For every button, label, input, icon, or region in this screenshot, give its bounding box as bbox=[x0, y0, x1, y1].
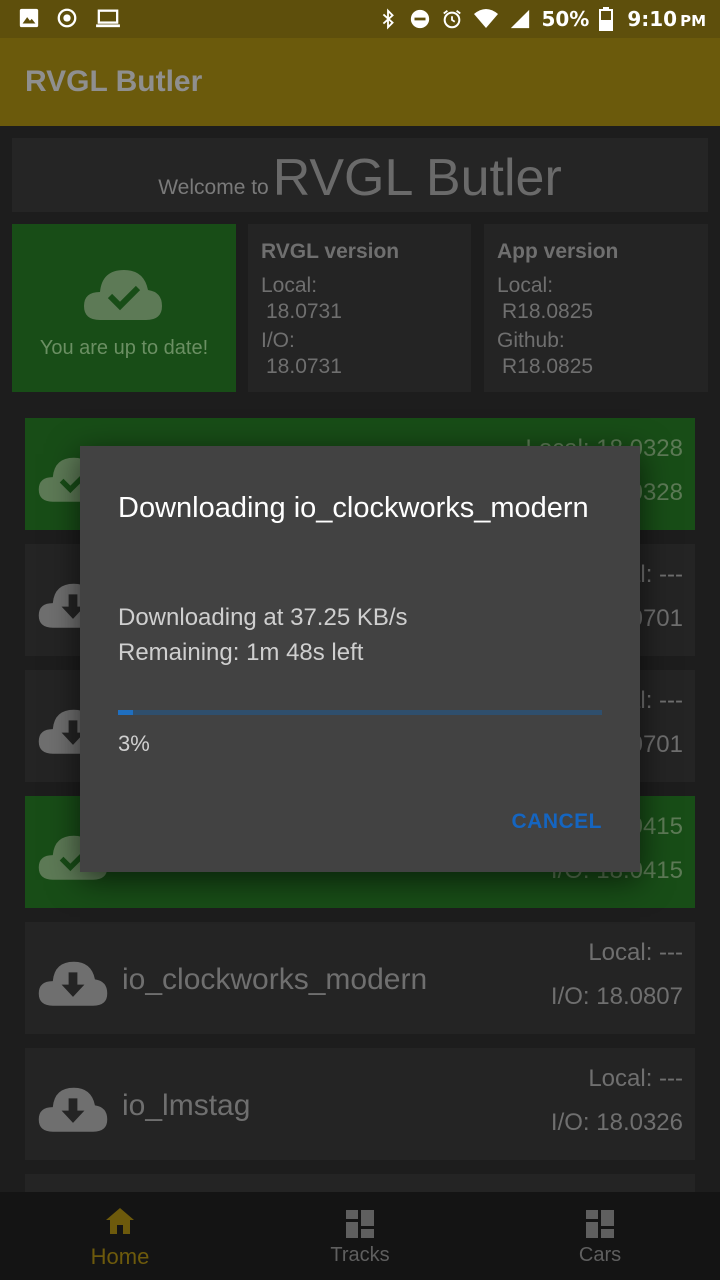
package-item[interactable]: io_lmstag Local: --- I/O: 18.0326 bbox=[25, 1048, 695, 1160]
nav-tracks-label: Tracks bbox=[330, 1244, 390, 1266]
clock-ampm: PM bbox=[680, 12, 706, 30]
grid-icon bbox=[586, 1210, 614, 1238]
app-local-value: R18.0825 bbox=[502, 300, 594, 323]
app-version-title: App version bbox=[497, 240, 619, 263]
download-speed: Downloading at 37.25 KB/s bbox=[118, 604, 408, 631]
do-not-disturb-icon bbox=[411, 9, 430, 29]
nav-cars[interactable]: Cars bbox=[480, 1192, 720, 1280]
package-name: io_lmstag bbox=[122, 1089, 251, 1122]
package-item[interactable]: io_clockworks_modern Local: --- I/O: 18.… bbox=[25, 922, 695, 1034]
cancel-button[interactable]: CANCEL bbox=[512, 810, 603, 834]
grid-icon bbox=[346, 1210, 374, 1238]
image-icon bbox=[19, 8, 39, 28]
update-status-text: You are up to date! bbox=[39, 337, 209, 359]
nav-home-label: Home bbox=[90, 1244, 150, 1269]
status-bar: 50% 9:10 PM bbox=[0, 0, 720, 38]
rvgl-local-label: Local: bbox=[261, 274, 318, 297]
update-status-card[interactable]: You are up to date! bbox=[12, 224, 236, 392]
cloud-download-icon bbox=[38, 961, 108, 1006]
welcome-prefix: Welcome to bbox=[158, 176, 269, 199]
app-title: RVGL Butler bbox=[25, 65, 203, 98]
bluetooth-icon bbox=[383, 8, 395, 30]
app-bar: RVGL Butler bbox=[0, 38, 720, 126]
app-github-value: R18.0825 bbox=[502, 355, 594, 378]
cloud-check-icon bbox=[84, 270, 162, 320]
clock-time: 9:10 bbox=[627, 7, 678, 31]
progress-fill bbox=[118, 710, 133, 715]
laptop-icon bbox=[96, 9, 120, 28]
welcome-banner: Welcome to RVGL Butler bbox=[12, 138, 708, 212]
package-local-version: Local: --- bbox=[588, 1065, 683, 1092]
nav-home[interactable]: Home bbox=[0, 1192, 240, 1280]
battery-icon bbox=[599, 7, 614, 31]
package-name: io_clockworks_modern bbox=[122, 963, 428, 996]
home-icon bbox=[106, 1208, 134, 1234]
app-local-label: Local: bbox=[497, 274, 554, 297]
battery-percent: 50% bbox=[541, 7, 590, 31]
bottom-navigation: Home Tracks Cars bbox=[0, 1192, 720, 1280]
download-dialog: Downloading io_clockworks_modern Downloa… bbox=[80, 446, 640, 872]
rvgl-io-label: I/O: bbox=[261, 329, 295, 352]
clock: 9:10 PM bbox=[627, 7, 706, 31]
package-io-version: I/O: 18.0807 bbox=[550, 983, 683, 1010]
alarm-icon bbox=[443, 10, 462, 29]
radio-icon bbox=[57, 8, 77, 28]
cloud-download-icon bbox=[38, 1087, 108, 1132]
rvgl-version-title: RVGL version bbox=[261, 240, 400, 263]
app-github-label: Github: bbox=[497, 329, 565, 352]
download-remaining: Remaining: 1m 48s left bbox=[118, 639, 364, 666]
dialog-title: Downloading io_clockworks_modern bbox=[118, 492, 589, 524]
rvgl-local-value: 18.0731 bbox=[266, 300, 342, 323]
wifi-icon bbox=[474, 9, 499, 28]
rvgl-io-value: 18.0731 bbox=[266, 355, 342, 378]
download-progress-bar bbox=[118, 710, 602, 715]
nav-tracks[interactable]: Tracks bbox=[240, 1192, 480, 1280]
nav-cars-label: Cars bbox=[578, 1244, 622, 1266]
signal-icon bbox=[511, 9, 530, 29]
download-percent: 3% bbox=[118, 731, 150, 756]
app-version-card: App version Local: R18.0825 Github: R18.… bbox=[484, 224, 708, 392]
package-local-version: Local: --- bbox=[588, 939, 683, 966]
welcome-app-name: RVGL Butler bbox=[272, 149, 562, 207]
package-io-version: I/O: 18.0326 bbox=[550, 1109, 683, 1136]
rvgl-version-card: RVGL version Local: 18.0731 I/O: 18.0731 bbox=[248, 224, 471, 392]
package-item-partial[interactable] bbox=[25, 1174, 695, 1192]
